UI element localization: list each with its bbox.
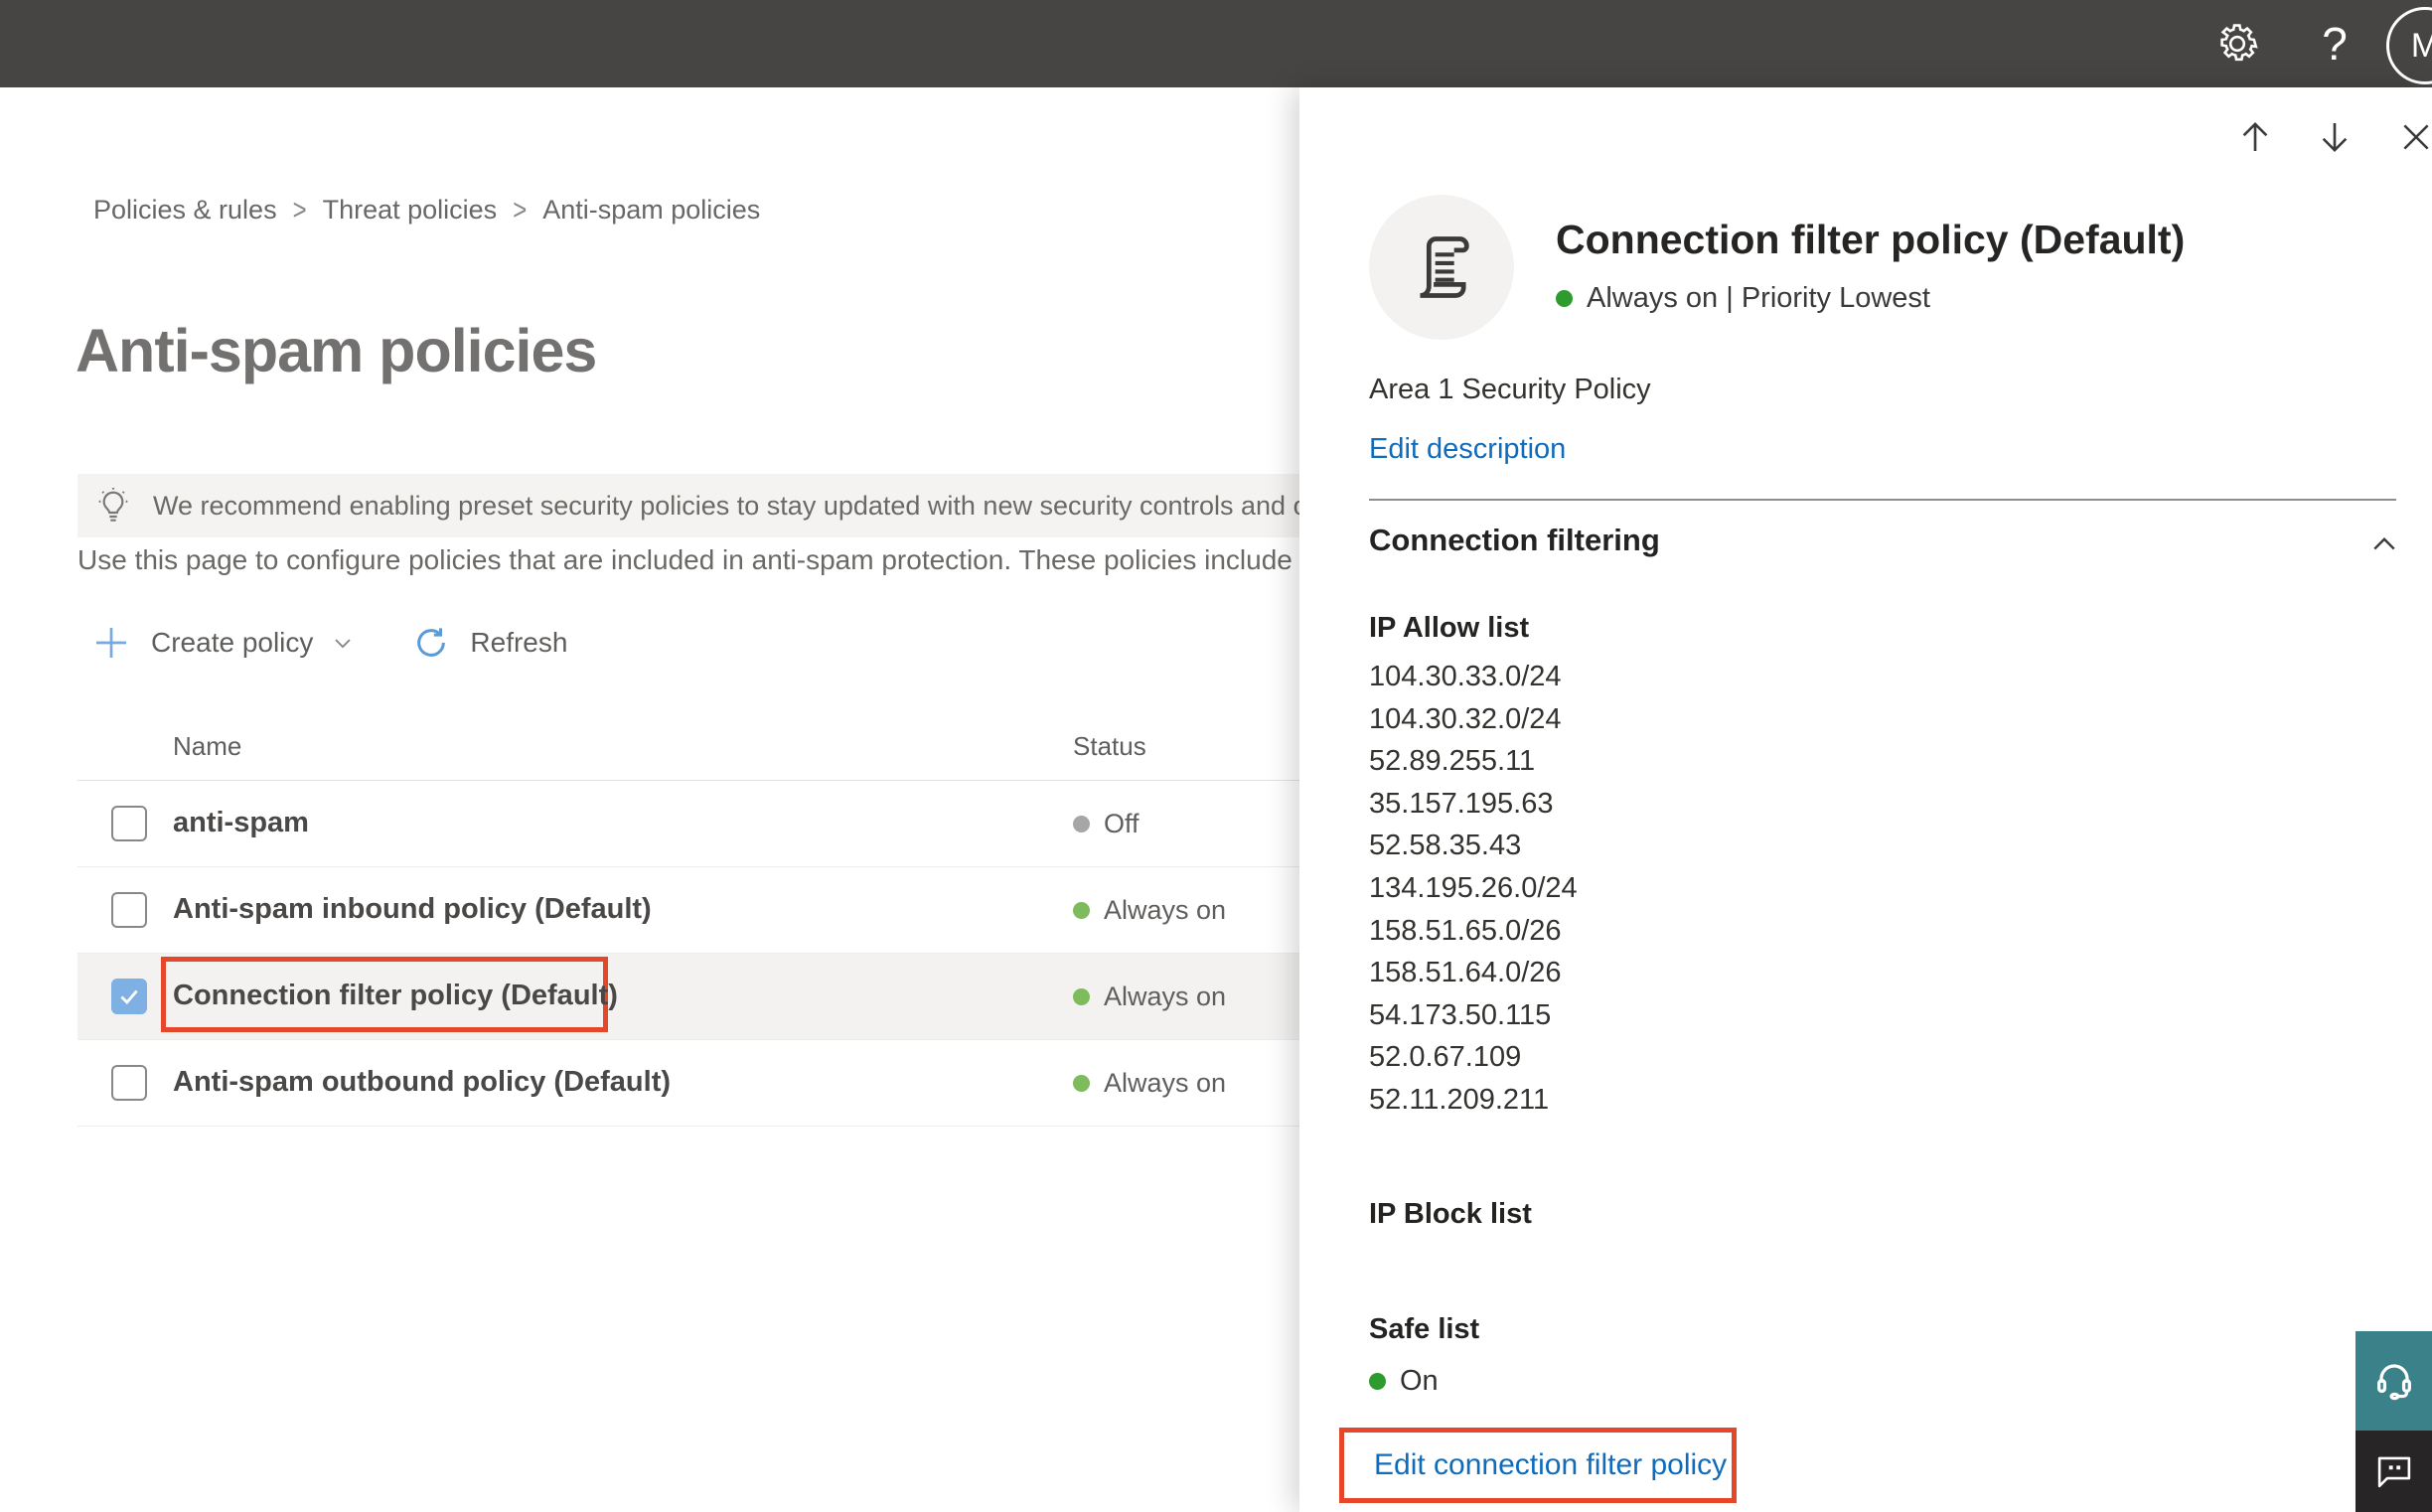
- close-icon: [2396, 117, 2432, 157]
- ip-entry: 52.58.35.43: [1369, 830, 1522, 862]
- flyout-title: Connection filter policy (Default): [1556, 217, 2186, 262]
- refresh-label: Refresh: [470, 627, 568, 658]
- table-row[interactable]: anti-spam Off: [77, 781, 1299, 867]
- settings-button[interactable]: [2209, 0, 2265, 87]
- column-header-status[interactable]: Status: [1073, 731, 1146, 762]
- ip-entry: 52.11.209.211: [1369, 1083, 1550, 1116]
- ip-allow-list-label: IP Allow list: [1369, 612, 1530, 644]
- ip-entry: 35.157.195.63: [1369, 787, 1554, 820]
- arrow-up-icon: [2234, 116, 2276, 158]
- status-label: Always on: [1104, 982, 1227, 1011]
- ip-entry: 104.30.33.0/24: [1369, 661, 1562, 692]
- chevron-down-icon: [329, 629, 357, 657]
- chevron-up-icon: [2366, 527, 2402, 562]
- help-icon: ?: [2322, 18, 2348, 70]
- edit-connection-filter-policy-link[interactable]: Edit connection filter policy: [1374, 1448, 1727, 1482]
- edit-description-link[interactable]: Edit description: [1369, 433, 1566, 466]
- table-row-selected[interactable]: Connection filter policy (Default) Alway…: [77, 954, 1299, 1040]
- row-checkbox[interactable]: [111, 892, 147, 928]
- lightbulb-icon: [93, 486, 133, 526]
- status-label: Always on: [1104, 1068, 1227, 1098]
- annotation-red-box: Edit connection filter policy: [1339, 1428, 1737, 1503]
- ip-entry: 52.89.255.11: [1369, 745, 1536, 778]
- page-description: Use this page to configure policies that…: [77, 544, 1292, 575]
- ip-entry: 54.173.50.115: [1369, 998, 1552, 1031]
- account-avatar[interactable]: M: [2386, 7, 2432, 84]
- refresh-button[interactable]: Refresh: [412, 624, 567, 662]
- table-row[interactable]: Anti-spam outbound policy (Default) Alwa…: [77, 1040, 1299, 1127]
- status-dot-on: [1073, 902, 1090, 919]
- arrow-down-icon: [2314, 116, 2356, 158]
- table-row[interactable]: Anti-spam inbound policy (Default) Alway…: [77, 867, 1299, 954]
- row-checkbox-checked[interactable]: [111, 979, 147, 1014]
- policy-status: Always on: [1073, 1068, 1226, 1099]
- divider: [1369, 499, 2396, 501]
- plus-icon: [91, 623, 131, 663]
- policy-icon-circle: [1369, 195, 1514, 340]
- safe-list-status: On: [1369, 1365, 1439, 1398]
- screen: ? M Policies & rules > Threat policies >…: [0, 0, 2432, 1512]
- refresh-icon: [412, 624, 450, 662]
- policy-name[interactable]: Anti-spam inbound policy (Default): [173, 893, 652, 926]
- status-dot-on: [1369, 1373, 1386, 1390]
- ip-entry: 134.195.26.0/24: [1369, 871, 1578, 904]
- support-button[interactable]: [2356, 1331, 2432, 1431]
- status-dot-on: [1556, 290, 1573, 307]
- policy-description: Area 1 Security Policy: [1369, 374, 1651, 405]
- toolbar: Create policy Refresh: [91, 614, 567, 672]
- flyout-status-text: Always on | Priority Lowest: [1587, 282, 1930, 314]
- policy-name[interactable]: Connection filter policy (Default): [173, 980, 618, 1012]
- create-policy-label: Create policy: [151, 627, 314, 658]
- scroll-icon: [1404, 229, 1479, 305]
- gear-icon: [2213, 20, 2261, 68]
- help-button[interactable]: ?: [2307, 0, 2362, 87]
- close-button[interactable]: [2392, 113, 2432, 161]
- policy-name[interactable]: anti-spam: [173, 807, 309, 839]
- create-policy-button[interactable]: Create policy: [91, 623, 357, 663]
- chevron-right-icon: >: [292, 193, 307, 227]
- ip-entry: 104.30.32.0/24: [1369, 702, 1562, 735]
- previous-item-button[interactable]: [2231, 113, 2279, 161]
- next-item-button[interactable]: [2311, 113, 2358, 161]
- collapse-section-button[interactable]: [2364, 525, 2404, 564]
- banner-text: We recommend enabling preset security po…: [153, 490, 1299, 521]
- status-dot-off: [1073, 816, 1090, 832]
- ip-entry: 158.51.64.0/26: [1369, 957, 1562, 989]
- status-dot-on: [1073, 988, 1090, 1005]
- policy-status: Off: [1073, 809, 1140, 839]
- safe-list-label: Safe list: [1369, 1313, 1480, 1345]
- feedback-button[interactable]: [2356, 1431, 2432, 1512]
- status-label: Always on: [1104, 895, 1227, 925]
- breadcrumb: Policies & rules > Threat policies > Ant…: [93, 193, 760, 227]
- status-dot-on: [1073, 1075, 1090, 1092]
- column-header-name[interactable]: Name: [173, 731, 241, 762]
- chevron-right-icon: >: [513, 193, 528, 227]
- policy-details-flyout: Connection filter policy (Default) Alway…: [1299, 87, 2432, 1512]
- breadcrumb-policies-rules[interactable]: Policies & rules: [93, 195, 277, 226]
- ip-entry: 158.51.65.0/26: [1369, 914, 1562, 947]
- breadcrumb-threat-policies[interactable]: Threat policies: [323, 195, 498, 226]
- safe-list-status-label: On: [1400, 1365, 1439, 1397]
- section-connection-filtering: Connection filtering: [1369, 523, 1660, 557]
- page-title: Anti-spam policies: [76, 317, 597, 384]
- status-label: Off: [1104, 809, 1140, 838]
- recommendation-banner: We recommend enabling preset security po…: [77, 474, 1299, 537]
- policies-table: Name Status anti-spam Off Anti-spam inbo…: [77, 707, 1299, 1127]
- ip-block-list-label: IP Block list: [1369, 1198, 1532, 1230]
- feedback-icon: [2373, 1450, 2415, 1492]
- headset-icon: [2371, 1358, 2417, 1404]
- ip-entry: 52.0.67.109: [1369, 1041, 1522, 1074]
- table-header: Name Status: [77, 707, 1299, 781]
- ip-allow-list: 104.30.33.0/24 104.30.32.0/24 52.89.255.…: [1369, 656, 1578, 1122]
- policy-status: Always on: [1073, 982, 1226, 1012]
- row-checkbox[interactable]: [111, 1065, 147, 1101]
- policy-status: Always on: [1073, 895, 1226, 926]
- flyout-status-line: Always on | Priority Lowest: [1556, 282, 1930, 315]
- breadcrumb-anti-spam-policies[interactable]: Anti-spam policies: [542, 195, 760, 226]
- top-app-bar: ? M: [0, 0, 2432, 87]
- policy-name[interactable]: Anti-spam outbound policy (Default): [173, 1066, 671, 1099]
- avatar-initial: M: [2410, 26, 2432, 65]
- row-checkbox[interactable]: [111, 806, 147, 841]
